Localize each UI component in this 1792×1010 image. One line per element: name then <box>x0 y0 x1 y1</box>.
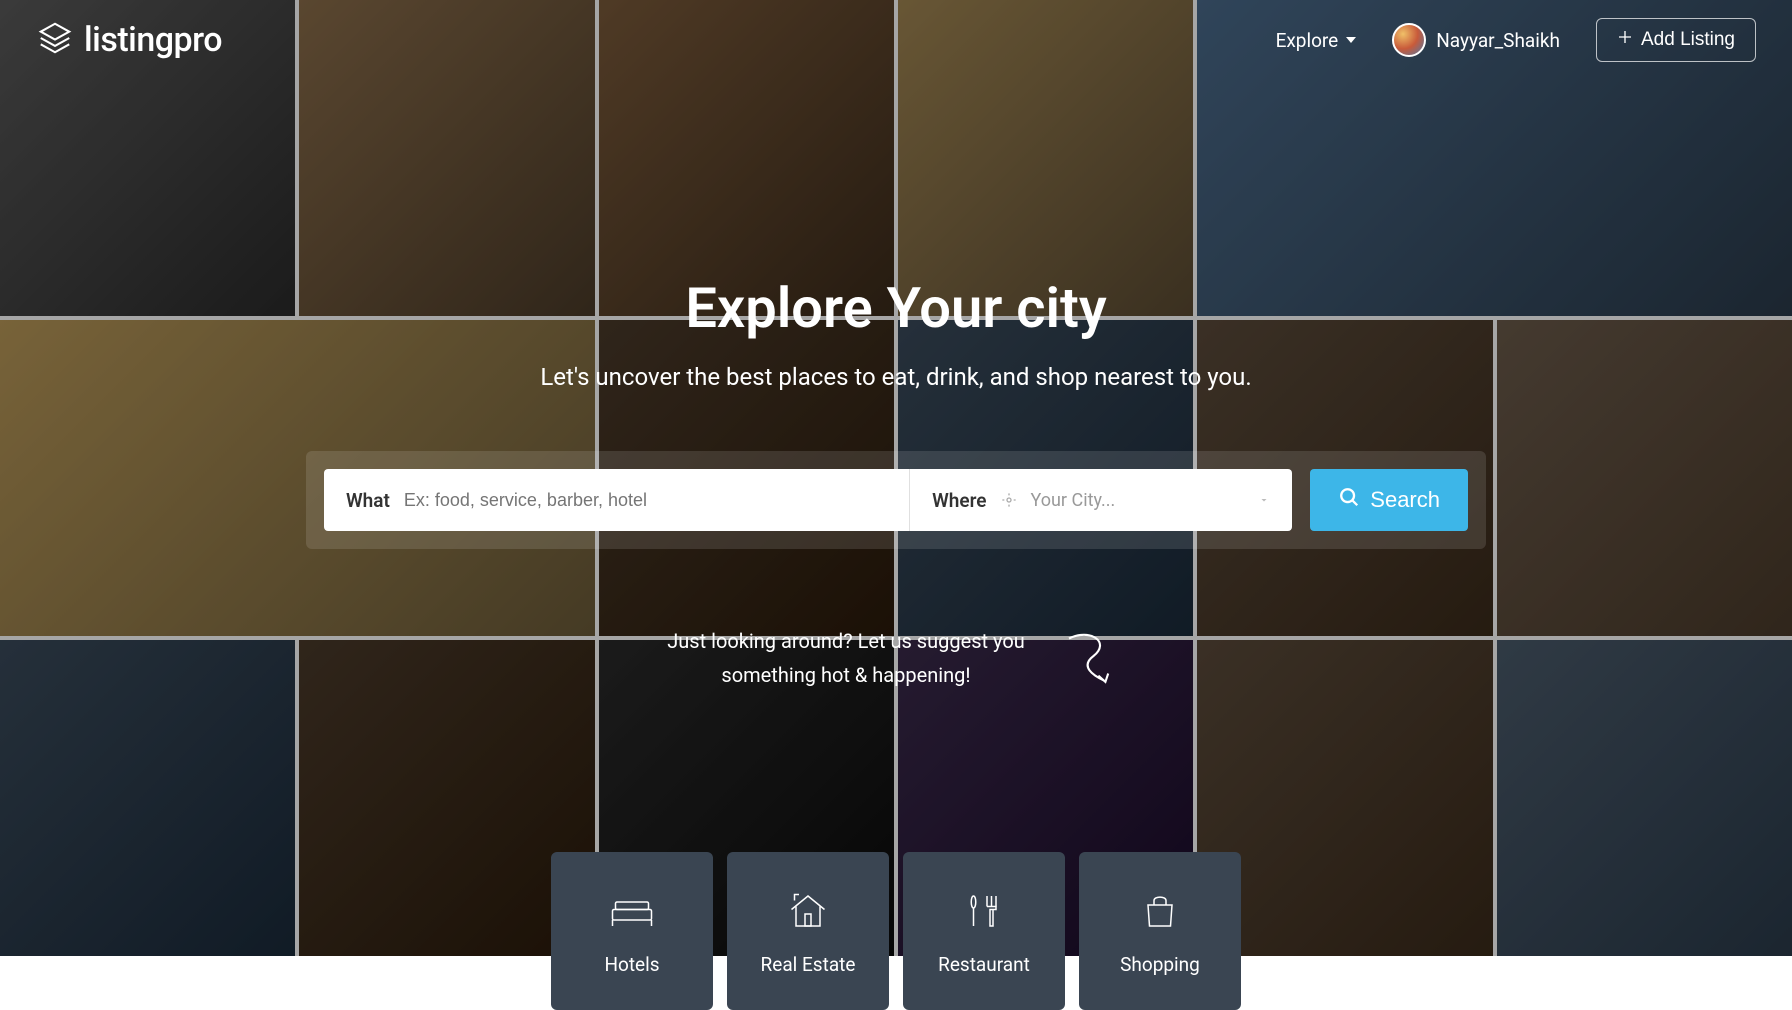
category-restaurant[interactable]: Restaurant <box>903 852 1065 1010</box>
category-label: Restaurant <box>938 953 1030 976</box>
search-button-label: Search <box>1370 487 1440 513</box>
topbar: listingpro Explore Nayyar_Shaikh Add Lis… <box>0 0 1792 80</box>
category-label: Real Estate <box>761 953 856 976</box>
hero-title: Explore Your city <box>0 275 1792 341</box>
layers-icon <box>36 19 74 61</box>
locate-icon[interactable] <box>1001 492 1017 508</box>
hero-section: listingpro Explore Nayyar_Shaikh Add Lis… <box>0 0 1792 956</box>
user-name: Nayyar_Shaikh <box>1436 29 1560 52</box>
category-label: Hotels <box>604 953 659 976</box>
bag-icon <box>1136 887 1184 935</box>
add-listing-button[interactable]: Add Listing <box>1596 18 1756 62</box>
suggest-wrap: Just looking around? Let us suggest you … <box>0 621 1792 695</box>
suggest-text: Just looking around? Let us suggest you … <box>667 624 1025 692</box>
nav-explore-label: Explore <box>1276 29 1339 52</box>
house-icon <box>784 887 832 935</box>
search-what-field[interactable]: What <box>324 469 910 531</box>
plus-icon <box>1617 29 1633 51</box>
category-real-estate[interactable]: Real Estate <box>727 852 889 1010</box>
hero-subtitle: Let's uncover the best places to eat, dr… <box>0 363 1792 391</box>
logo[interactable]: listingpro <box>36 19 222 61</box>
caret-down-icon <box>1258 494 1270 506</box>
curly-arrow-icon <box>1055 621 1125 695</box>
search-button[interactable]: Search <box>1310 469 1468 531</box>
what-label: What <box>346 489 390 512</box>
chevron-down-icon <box>1346 37 1356 43</box>
search-icon <box>1338 486 1360 514</box>
user-menu[interactable]: Nayyar_Shaikh <box>1392 23 1560 57</box>
logo-text: listingpro <box>84 20 222 60</box>
search-where-field[interactable]: Where Your City... <box>910 469 1292 531</box>
where-placeholder: Your City... <box>1031 490 1245 511</box>
category-tiles: Hotels Real Estate <box>551 852 1241 1010</box>
avatar <box>1392 23 1426 57</box>
search-panel: What Where Your City... <box>306 451 1486 549</box>
add-listing-label: Add Listing <box>1641 29 1735 51</box>
where-label: Where <box>932 489 986 512</box>
search-fields: What Where Your City... <box>324 469 1292 531</box>
suggest-line-1: Just looking around? Let us suggest you <box>667 624 1025 658</box>
topbar-right: Explore Nayyar_Shaikh Add Listing <box>1276 18 1756 62</box>
category-label: Shopping <box>1120 953 1200 976</box>
bed-icon <box>608 887 656 935</box>
nav-explore[interactable]: Explore <box>1276 29 1357 52</box>
hero-content: Explore Your city Let's uncover the best… <box>0 275 1792 695</box>
category-shopping[interactable]: Shopping <box>1079 852 1241 1010</box>
category-hotels[interactable]: Hotels <box>551 852 713 1010</box>
utensils-icon <box>960 887 1008 935</box>
suggest-line-2: something hot & happening! <box>667 658 1025 692</box>
what-input[interactable] <box>404 490 887 511</box>
